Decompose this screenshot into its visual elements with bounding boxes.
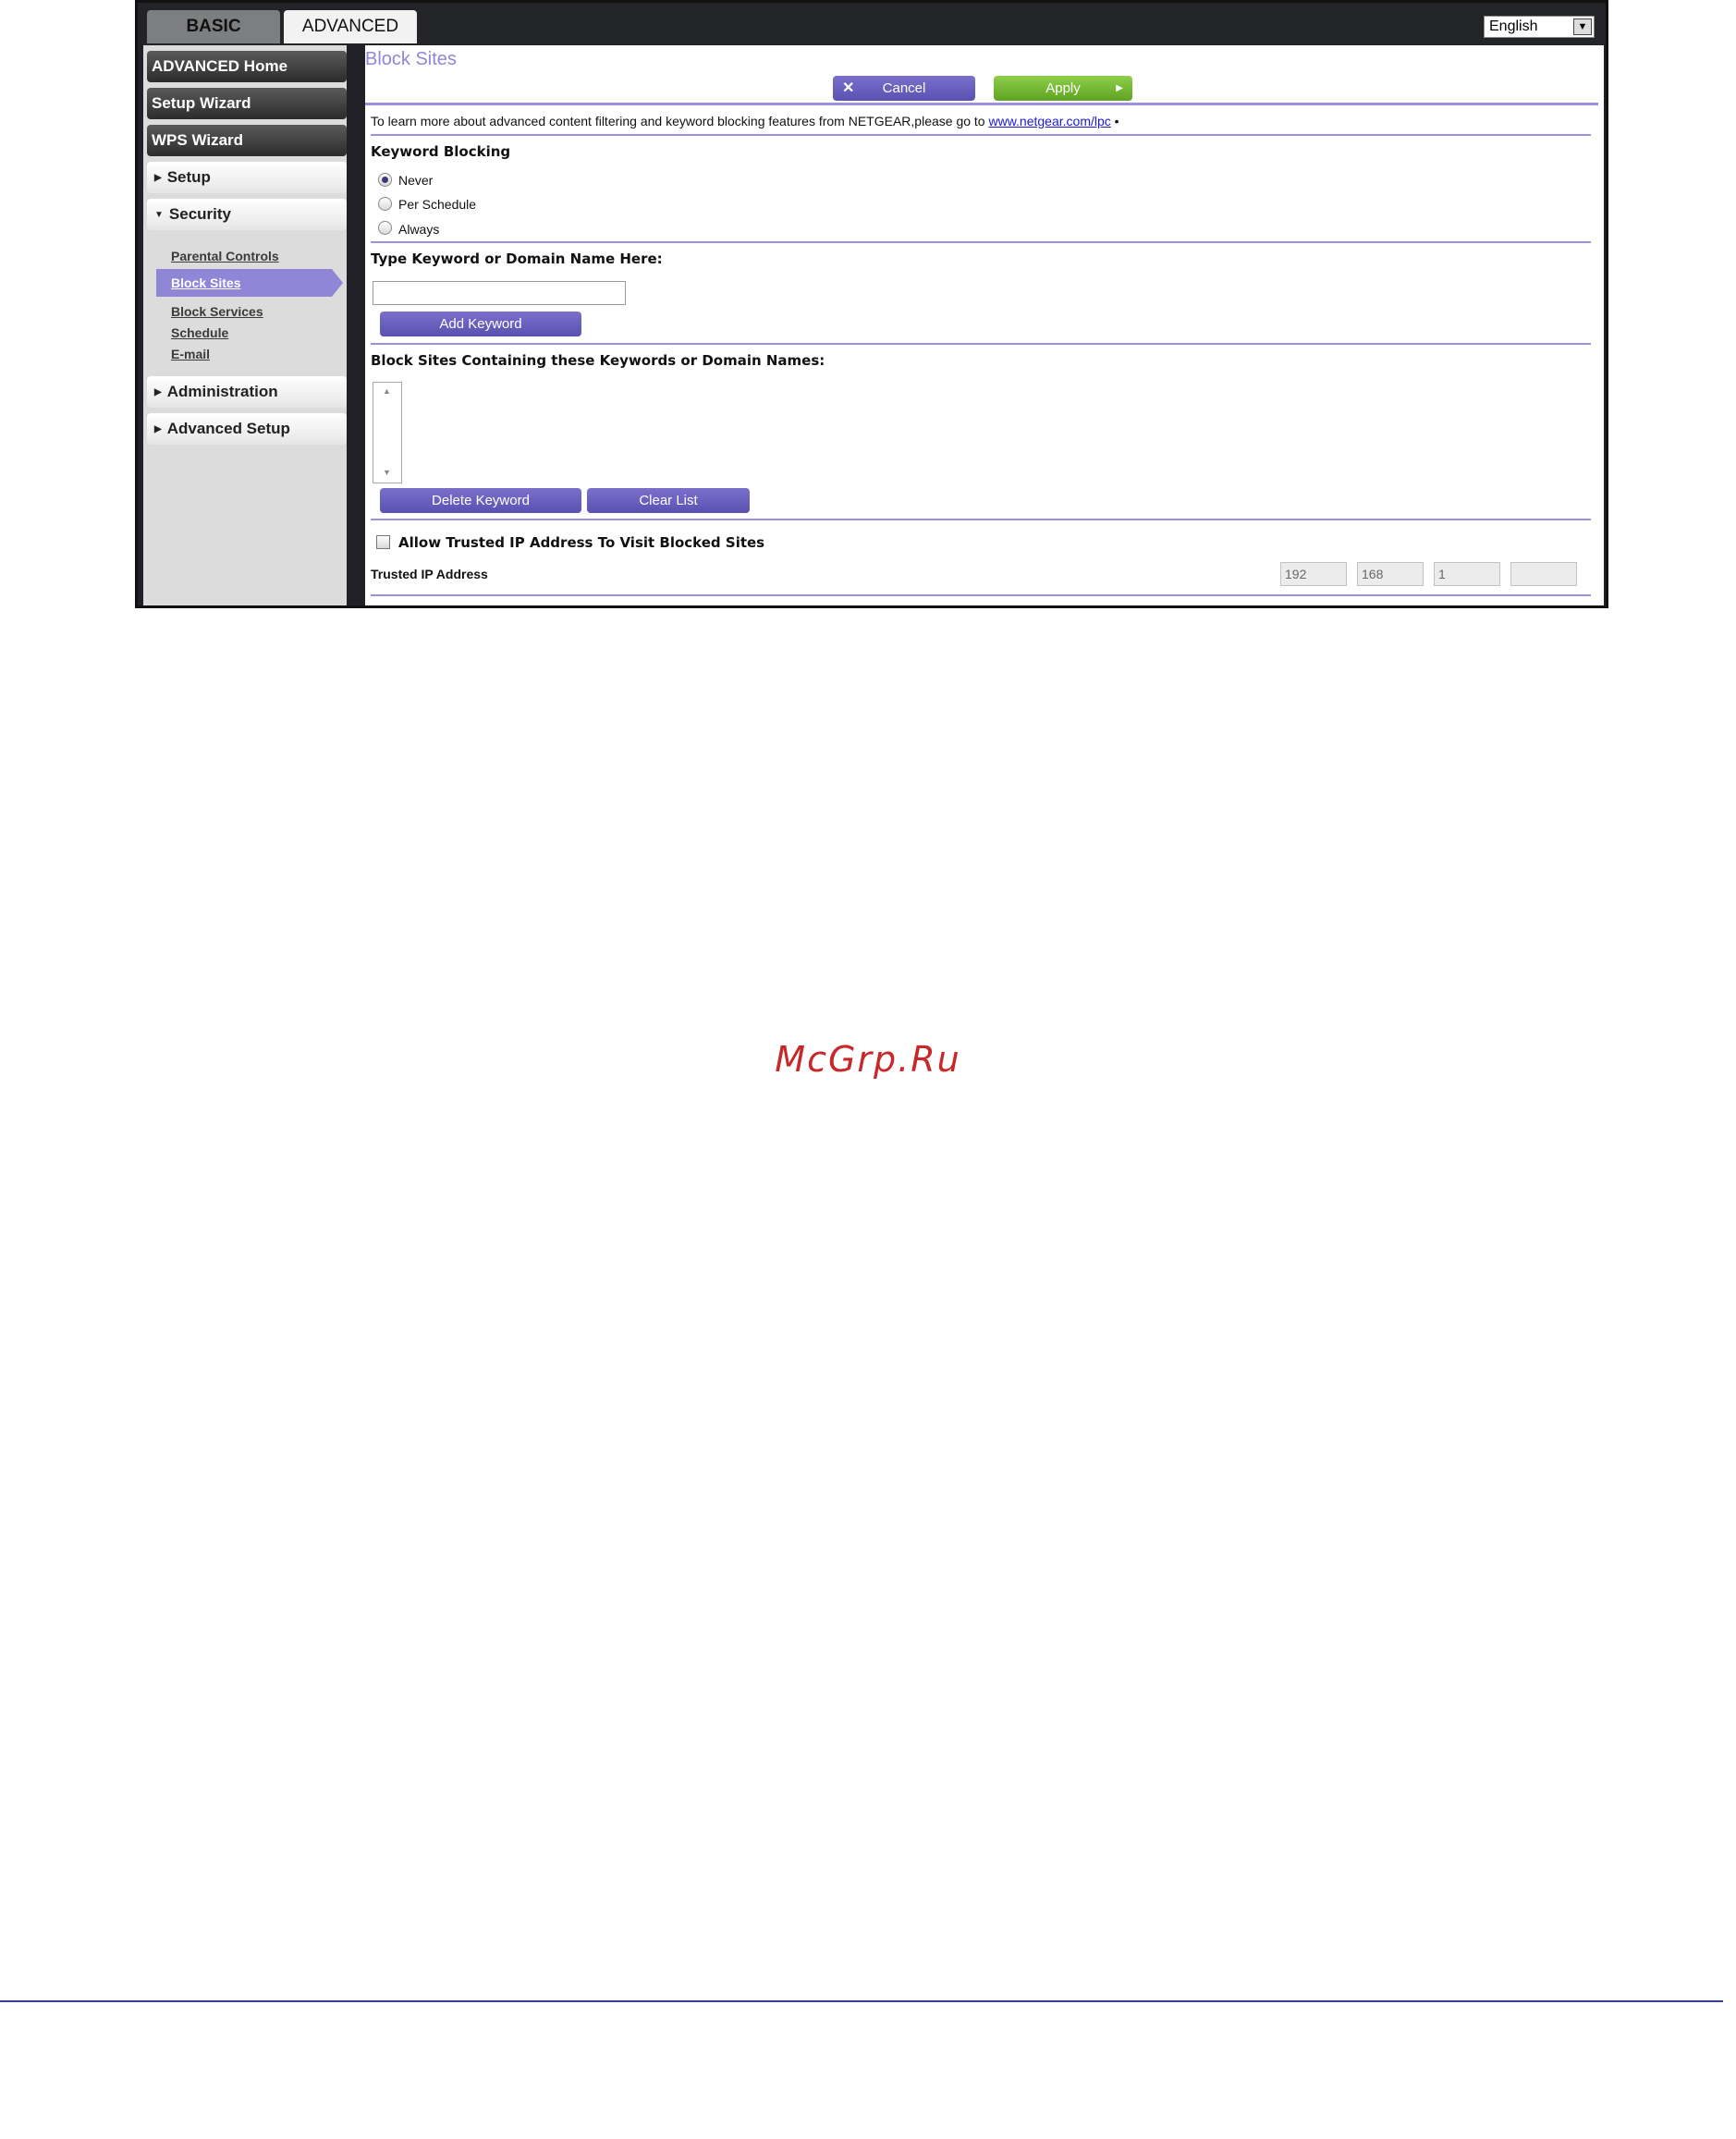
sidebar-subitem-parental-controls[interactable]: Parental Controls: [171, 249, 279, 263]
caret-down-icon: ▼: [154, 209, 164, 220]
keyword-blocking-label: Keyword Blocking: [371, 143, 511, 160]
sidebar-item-label: Setup: [166, 168, 211, 186]
trusted-ip-label: Trusted IP Address: [371, 567, 488, 581]
divider: [365, 103, 1598, 105]
scroll-down-icon[interactable]: ▼: [383, 468, 391, 477]
main-panel: Block Sites ✕ Cancel Apply ▶ To learn mo…: [365, 45, 1604, 605]
close-icon: ✕: [842, 80, 855, 96]
apply-button[interactable]: Apply ▶: [994, 76, 1132, 101]
sidebar-item-label: Administration: [166, 383, 278, 400]
delete-keyword-button[interactable]: Delete Keyword: [380, 488, 581, 513]
sidebar-item-setup-wizard[interactable]: Setup Wizard: [147, 88, 347, 119]
sidebar-subitem-block-sites[interactable]: Block Sites: [156, 269, 343, 297]
cancel-button-label: Cancel: [882, 80, 926, 96]
watermark: McGrp.Ru: [775, 1039, 961, 1080]
keyword-input[interactable]: [373, 281, 626, 305]
sidebar-item-setup[interactable]: ▶ Setup: [147, 162, 347, 193]
allow-trusted-ip-label: Allow Trusted IP Address To Visit Blocke…: [398, 534, 765, 551]
tab-advanced[interactable]: ADVANCED: [284, 10, 417, 43]
allow-trusted-ip-checkbox[interactable]: [376, 535, 390, 549]
top-tab-bar: BASIC ADVANCED English ▼: [138, 3, 1606, 45]
router-admin-screenshot: BASIC ADVANCED English ▼ ADVANCED Home S…: [135, 0, 1608, 608]
blocked-keywords-list[interactable]: ▲ ▼: [373, 382, 402, 483]
sidebar-subitem-email[interactable]: E-mail: [171, 347, 210, 361]
sidebar-item-wps-wizard[interactable]: WPS Wizard: [147, 125, 347, 156]
lpc-link[interactable]: www.netgear.com/lpc: [988, 114, 1110, 128]
sidebar-item-label: Advanced Setup: [166, 420, 290, 437]
type-keyword-label: Type Keyword or Domain Name Here:: [371, 251, 663, 267]
info-text: To learn more about advanced content fil…: [371, 114, 1119, 128]
radio-never[interactable]: [378, 173, 392, 187]
apply-button-label: Apply: [1045, 80, 1081, 96]
divider: [371, 343, 1591, 345]
sidebar-subitem-schedule[interactable]: Schedule: [171, 325, 228, 340]
divider: [371, 594, 1591, 596]
sidebar-item-advanced-setup[interactable]: ▶ Advanced Setup: [147, 413, 347, 445]
language-select-value: English: [1489, 18, 1538, 34]
caret-right-icon: ▶: [154, 172, 162, 183]
sidebar: ADVANCED Home Setup Wizard WPS Wizard ▶ S…: [143, 45, 347, 605]
radio-never-label: Never: [398, 173, 434, 188]
divider: [371, 519, 1591, 520]
language-select[interactable]: English ▼: [1484, 16, 1595, 38]
divider: [371, 241, 1591, 243]
tab-basic[interactable]: BASIC: [147, 10, 280, 43]
trusted-ip-octet-3[interactable]: 1: [1434, 562, 1500, 586]
block-list-label: Block Sites Containing these Keywords or…: [371, 352, 825, 369]
caret-right-icon: ▶: [154, 423, 162, 434]
sidebar-subitem-block-services[interactable]: Block Services: [171, 304, 263, 319]
radio-per-schedule[interactable]: [378, 197, 392, 211]
info-text-body: To learn more about advanced content fil…: [371, 114, 985, 128]
sidebar-item-label: Security: [168, 205, 231, 223]
sidebar-item-advanced-home[interactable]: ADVANCED Home: [147, 51, 347, 82]
trusted-ip-octet-1[interactable]: 192: [1280, 562, 1347, 586]
page-bottom-rule: [0, 2000, 1723, 2002]
radio-per-schedule-label: Per Schedule: [398, 197, 477, 212]
sidebar-item-administration[interactable]: ▶ Administration: [147, 376, 347, 408]
trusted-ip-octet-2[interactable]: 168: [1357, 562, 1424, 586]
radio-always[interactable]: [378, 221, 392, 235]
radio-always-label: Always: [398, 222, 440, 237]
clear-list-button[interactable]: Clear List: [587, 488, 750, 513]
trusted-ip-octet-4[interactable]: [1510, 562, 1577, 586]
chevron-down-icon[interactable]: ▼: [1573, 18, 1592, 35]
caret-right-icon: ▶: [154, 386, 162, 397]
sidebar-item-security[interactable]: ▼ Security: [147, 199, 347, 230]
divider: [371, 134, 1591, 136]
page-title: Block Sites: [365, 49, 457, 69]
play-icon: ▶: [1116, 83, 1123, 93]
add-keyword-button[interactable]: Add Keyword: [380, 312, 581, 336]
scroll-up-icon[interactable]: ▲: [383, 386, 391, 396]
cancel-button[interactable]: ✕ Cancel: [833, 76, 975, 101]
